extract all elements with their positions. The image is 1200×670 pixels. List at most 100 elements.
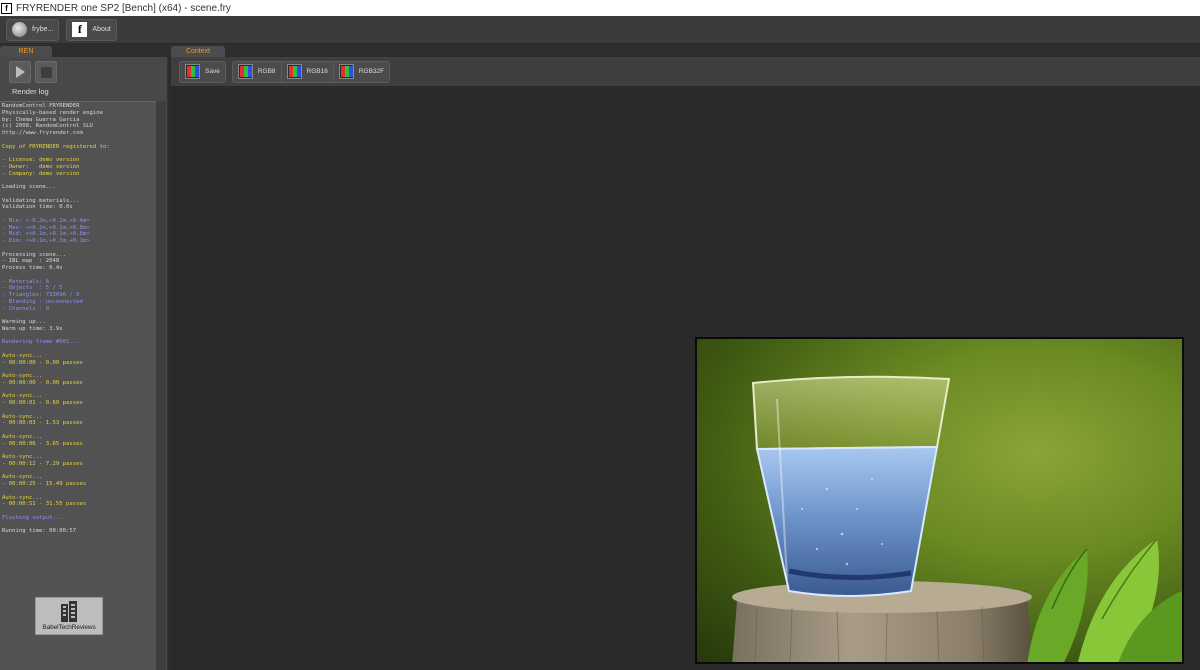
log-line: - Materials: 6	[2, 278, 50, 285]
log-line: Running time: 00:00:57	[2, 528, 77, 535]
rgb16-button[interactable]: RGB16	[281, 61, 334, 82]
log-line: - 00:00:51 - 31.55 passes	[2, 501, 87, 508]
log-line: Auto-sync...	[2, 474, 43, 481]
render-log-label: Render log	[12, 87, 49, 96]
building-icon	[61, 601, 77, 622]
log-line: Physically-based render engine	[2, 109, 104, 116]
log-line: - 00:00:12 - 7.29 passes	[2, 460, 83, 467]
log-line: Auto-sync...	[2, 454, 43, 460]
log-line: Warm up time: 3.9s	[2, 325, 63, 332]
rendered-image	[695, 337, 1184, 664]
log-line: Process time: 0.4s	[2, 265, 63, 271]
about-button-label: About	[92, 26, 111, 33]
rgb32f-button[interactable]: RGB32F	[333, 61, 390, 82]
log-line: - License: demo version	[2, 157, 80, 163]
window-title: FRYRENDER one SP2 [Bench] (x64) - scene.…	[16, 2, 231, 14]
log-line: (c) 2008, RandomControl SLU	[2, 123, 93, 130]
rgb8-icon	[237, 64, 253, 79]
title-bar: f FRYRENDER one SP2 [Bench] (x64) - scen…	[0, 0, 1200, 16]
log-line: - 00:00:03 - 1.53 passes	[2, 420, 83, 427]
log-line: Auto-sync...	[2, 433, 43, 440]
rgb32f-label: RGB32F	[358, 68, 385, 75]
log-line: - 00:00:25 - 15.49 passes	[2, 481, 87, 487]
log-line: - Blending : unconnected	[2, 298, 83, 305]
log-line: - 00:00:01 - 0.60 passes	[2, 400, 83, 406]
context-toolbar: Save RGB8 RGB16 RGB32F	[171, 57, 1200, 87]
main-toolbar: frybe... f About	[0, 16, 1200, 44]
log-line: - Company: demo version	[2, 170, 80, 177]
log-line: by: Chema Guerra Garcia	[2, 116, 80, 123]
log-line: Validation time: 0.0s	[2, 204, 73, 211]
fry-button-label: frybe...	[32, 26, 54, 33]
log-line: - IBL map : 2048	[2, 258, 60, 265]
render-log-scrollbar[interactable]	[156, 101, 166, 670]
rgb16-label: RGB16	[306, 68, 328, 75]
log-line: Validating materials...	[2, 197, 80, 204]
log-line: RandomControl FRYRENDER	[2, 103, 80, 109]
log-line: - 00:00:06 - 3.65 passes	[2, 440, 83, 447]
log-line: Rendering frame #001...	[2, 339, 80, 346]
watermark-logo: BabelTechReviews	[35, 597, 103, 635]
log-line: Auto-sync...	[2, 373, 43, 379]
tab-context[interactable]: Context	[171, 46, 225, 57]
log-line: - Max: <+0.2m,+0.1m,+0.8m>	[2, 224, 90, 231]
render-panel: Render log RandomControl FRYRENDER Physic…	[0, 57, 168, 670]
rgb8-button[interactable]: RGB8	[232, 61, 282, 82]
rgb32f-icon	[338, 64, 354, 79]
log-line: - Owner: demo version	[2, 163, 80, 170]
log-line: - 00:00:00 - 0.00 passes	[2, 359, 83, 366]
log-line: Auto-sync...	[2, 494, 43, 501]
log-line: Warming up...	[2, 319, 46, 325]
log-line: Auto-sync...	[2, 352, 43, 359]
log-line: - Mid: <+0.1m,+0.1m,+0.8m>	[2, 231, 90, 238]
about-button[interactable]: f About	[66, 18, 117, 41]
glass-scene-image	[732, 375, 1182, 662]
tab-ren[interactable]: REN	[0, 46, 52, 57]
play-button[interactable]	[9, 61, 31, 83]
play-icon	[15, 66, 25, 78]
rgb16-icon	[286, 64, 302, 79]
watermark-text: BabelTechReviews	[42, 624, 96, 631]
log-line: - Triangles: 733696 / 0	[2, 292, 80, 298]
log-line: Processing scene...	[2, 251, 66, 258]
log-line: Copy of FRYRENDER registered to:	[2, 143, 110, 150]
log-line: Auto-sync...	[2, 393, 43, 400]
format-group: RGB8 RGB16 RGB32F	[231, 60, 391, 83]
render-controls	[9, 61, 57, 86]
log-line: - Dim: <+0.1m,+0.3m,+0.1m>	[2, 238, 90, 244]
log-line: - Min: <-0.2m,+0.2m,+0.4m>	[2, 217, 90, 224]
log-line: - Objects : 5 / 5	[2, 285, 63, 292]
log-line: http://www.fryrender.com	[2, 130, 83, 136]
log-line: Loading scene...	[2, 184, 56, 190]
save-button-label: Save	[205, 68, 220, 75]
log-line: Auto-sync...	[2, 413, 43, 420]
log-line: - 00:00:00 - 0.00 passes	[2, 379, 83, 386]
save-button[interactable]: Save	[179, 60, 226, 83]
render-log[interactable]: RandomControl FRYRENDER Physically-based …	[0, 101, 156, 670]
fry-button[interactable]: frybe...	[6, 18, 60, 41]
rgb8-label: RGB8	[257, 68, 276, 75]
fry-logo-icon	[12, 22, 27, 37]
stop-icon	[40, 66, 52, 78]
app-icon: f	[1, 2, 12, 14]
rgb-save-icon	[185, 64, 200, 79]
stop-button[interactable]	[35, 61, 57, 83]
f-logo-icon: f	[72, 22, 88, 37]
log-line: Flushing output...	[2, 514, 63, 521]
